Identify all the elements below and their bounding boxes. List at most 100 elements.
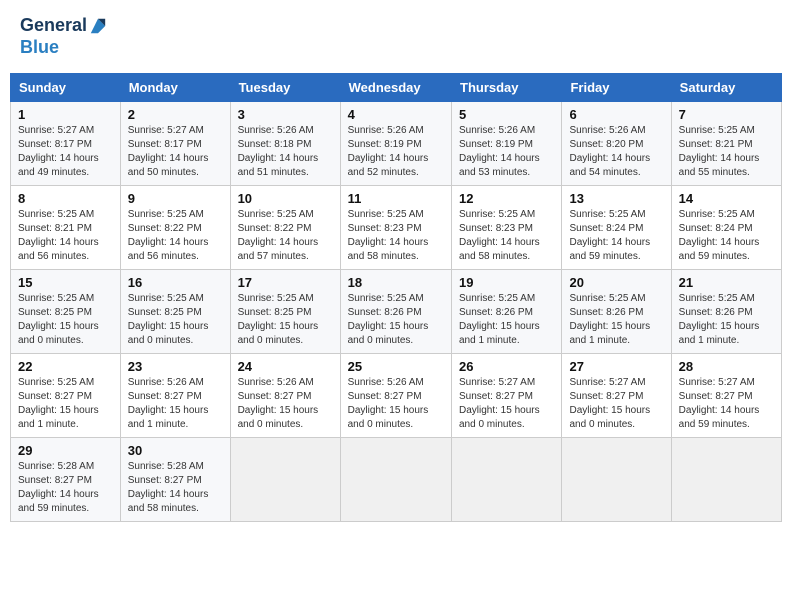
calendar-cell: 17 Sunrise: 5:25 AMSunset: 8:25 PMDayligh… [230, 269, 340, 353]
calendar-cell: 7 Sunrise: 5:25 AMSunset: 8:21 PMDaylight… [671, 101, 781, 185]
day-number: 28 [679, 359, 774, 374]
day-number: 22 [18, 359, 113, 374]
day-info: Sunrise: 5:25 AMSunset: 8:21 PMDaylight:… [18, 209, 99, 262]
day-number: 23 [128, 359, 223, 374]
day-info: Sunrise: 5:27 AMSunset: 8:27 PMDaylight:… [679, 377, 760, 430]
day-info: Sunrise: 5:25 AMSunset: 8:22 PMDaylight:… [128, 209, 209, 262]
calendar-cell: 12 Sunrise: 5:25 AMSunset: 8:23 PMDayligh… [452, 185, 562, 269]
day-number: 11 [348, 191, 444, 206]
day-info: Sunrise: 5:26 AMSunset: 8:20 PMDaylight:… [569, 125, 650, 178]
header-row: SundayMondayTuesdayWednesdayThursdayFrid… [11, 73, 782, 101]
day-number: 8 [18, 191, 113, 206]
day-number: 13 [569, 191, 663, 206]
day-info: Sunrise: 5:28 AMSunset: 8:27 PMDaylight:… [128, 461, 209, 514]
day-number: 26 [459, 359, 554, 374]
calendar-cell: 5 Sunrise: 5:26 AMSunset: 8:19 PMDaylight… [452, 101, 562, 185]
day-info: Sunrise: 5:25 AMSunset: 8:23 PMDaylight:… [459, 209, 540, 262]
calendar-header: SundayMondayTuesdayWednesdayThursdayFrid… [11, 73, 782, 101]
calendar-cell [562, 437, 671, 521]
day-number: 6 [569, 107, 663, 122]
day-info: Sunrise: 5:25 AMSunset: 8:26 PMDaylight:… [459, 293, 540, 346]
calendar-cell: 13 Sunrise: 5:25 AMSunset: 8:24 PMDayligh… [562, 185, 671, 269]
day-info: Sunrise: 5:25 AMSunset: 8:26 PMDaylight:… [679, 293, 760, 346]
calendar-week-1: 1 Sunrise: 5:27 AMSunset: 8:17 PMDaylight… [11, 101, 782, 185]
day-info: Sunrise: 5:25 AMSunset: 8:27 PMDaylight:… [18, 377, 99, 430]
day-info: Sunrise: 5:26 AMSunset: 8:19 PMDaylight:… [459, 125, 540, 178]
header-day-friday: Friday [562, 73, 671, 101]
day-number: 4 [348, 107, 444, 122]
header-day-tuesday: Tuesday [230, 73, 340, 101]
day-number: 30 [128, 443, 223, 458]
day-info: Sunrise: 5:26 AMSunset: 8:18 PMDaylight:… [238, 125, 319, 178]
calendar-week-5: 29 Sunrise: 5:28 AMSunset: 8:27 PMDayligh… [11, 437, 782, 521]
calendar-cell: 21 Sunrise: 5:25 AMSunset: 8:26 PMDayligh… [671, 269, 781, 353]
calendar-cell: 24Sunrise: 5:26 AMSunset: 8:27 PMDayligh… [230, 353, 340, 437]
calendar-cell: 22 Sunrise: 5:25 AMSunset: 8:27 PMDayligh… [11, 353, 121, 437]
calendar-table: SundayMondayTuesdayWednesdayThursdayFrid… [10, 73, 782, 522]
calendar-week-2: 8 Sunrise: 5:25 AMSunset: 8:21 PMDaylight… [11, 185, 782, 269]
calendar-cell: 1 Sunrise: 5:27 AMSunset: 8:17 PMDaylight… [11, 101, 121, 185]
day-number: 16 [128, 275, 223, 290]
page-header: General Blue [10, 10, 782, 63]
header-day-monday: Monday [120, 73, 230, 101]
calendar-cell: 6 Sunrise: 5:26 AMSunset: 8:20 PMDaylight… [562, 101, 671, 185]
day-number: 19 [459, 275, 554, 290]
calendar-cell: 11 Sunrise: 5:25 AMSunset: 8:23 PMDayligh… [340, 185, 451, 269]
calendar-cell: 2Sunrise: 5:27 AMSunset: 8:17 PMDaylight… [120, 101, 230, 185]
day-info: Sunrise: 5:25 AMSunset: 8:26 PMDaylight:… [348, 293, 429, 346]
day-number: 27 [569, 359, 663, 374]
calendar-cell [671, 437, 781, 521]
calendar-cell: 8 Sunrise: 5:25 AMSunset: 8:21 PMDaylight… [11, 185, 121, 269]
day-info: Sunrise: 5:26 AMSunset: 8:27 PMDaylight:… [238, 377, 319, 430]
calendar-cell: 30 Sunrise: 5:28 AMSunset: 8:27 PMDayligh… [120, 437, 230, 521]
day-info: Sunrise: 5:27 AMSunset: 8:27 PMDaylight:… [569, 377, 650, 430]
day-info: Sunrise: 5:25 AMSunset: 8:23 PMDaylight:… [348, 209, 429, 262]
day-info: Sunrise: 5:25 AMSunset: 8:21 PMDaylight:… [679, 125, 760, 178]
day-info: Sunrise: 5:25 AMSunset: 8:24 PMDaylight:… [569, 209, 650, 262]
calendar-cell [230, 437, 340, 521]
calendar-cell: 28 Sunrise: 5:27 AMSunset: 8:27 PMDayligh… [671, 353, 781, 437]
calendar-cell [452, 437, 562, 521]
day-number: 15 [18, 275, 113, 290]
day-number: 14 [679, 191, 774, 206]
calendar-cell: 25Sunrise: 5:26 AMSunset: 8:27 PMDayligh… [340, 353, 451, 437]
day-number: 12 [459, 191, 554, 206]
day-number: 5 [459, 107, 554, 122]
day-info: Sunrise: 5:26 AMSunset: 8:19 PMDaylight:… [348, 125, 429, 178]
calendar-cell: 20 Sunrise: 5:25 AMSunset: 8:26 PMDayligh… [562, 269, 671, 353]
day-info: Sunrise: 5:27 AMSunset: 8:17 PMDaylight:… [18, 125, 99, 178]
day-number: 21 [679, 275, 774, 290]
calendar-cell: 15 Sunrise: 5:25 AMSunset: 8:25 PMDayligh… [11, 269, 121, 353]
day-number: 17 [238, 275, 333, 290]
logo-text: General [20, 15, 87, 37]
day-number: 7 [679, 107, 774, 122]
logo: General Blue [20, 15, 107, 58]
calendar-cell [340, 437, 451, 521]
calendar-cell: 9 Sunrise: 5:25 AMSunset: 8:22 PMDaylight… [120, 185, 230, 269]
day-info: Sunrise: 5:25 AMSunset: 8:22 PMDaylight:… [238, 209, 319, 262]
day-info: Sunrise: 5:25 AMSunset: 8:25 PMDaylight:… [238, 293, 319, 346]
header-day-saturday: Saturday [671, 73, 781, 101]
calendar-cell: 18Sunrise: 5:25 AMSunset: 8:26 PMDayligh… [340, 269, 451, 353]
day-number: 20 [569, 275, 663, 290]
day-number: 9 [128, 191, 223, 206]
day-number: 1 [18, 107, 113, 122]
logo-icon [89, 17, 107, 35]
day-number: 29 [18, 443, 113, 458]
calendar-cell: 3Sunrise: 5:26 AMSunset: 8:18 PMDaylight… [230, 101, 340, 185]
day-info: Sunrise: 5:27 AMSunset: 8:27 PMDaylight:… [459, 377, 540, 430]
day-info: Sunrise: 5:25 AMSunset: 8:26 PMDaylight:… [569, 293, 650, 346]
calendar-cell: 23Sunrise: 5:26 AMSunset: 8:27 PMDayligh… [120, 353, 230, 437]
calendar-week-4: 22 Sunrise: 5:25 AMSunset: 8:27 PMDayligh… [11, 353, 782, 437]
calendar-cell: 10 Sunrise: 5:25 AMSunset: 8:22 PMDayligh… [230, 185, 340, 269]
header-day-thursday: Thursday [452, 73, 562, 101]
day-number: 10 [238, 191, 333, 206]
day-info: Sunrise: 5:25 AMSunset: 8:24 PMDaylight:… [679, 209, 760, 262]
calendar-cell: 4 Sunrise: 5:26 AMSunset: 8:19 PMDaylight… [340, 101, 451, 185]
day-number: 2 [128, 107, 223, 122]
day-info: Sunrise: 5:25 AMSunset: 8:25 PMDaylight:… [18, 293, 99, 346]
calendar-cell: 16 Sunrise: 5:25 AMSunset: 8:25 PMDayligh… [120, 269, 230, 353]
day-info: Sunrise: 5:25 AMSunset: 8:25 PMDaylight:… [128, 293, 209, 346]
day-info: Sunrise: 5:28 AMSunset: 8:27 PMDaylight:… [18, 461, 99, 514]
calendar-cell: 14 Sunrise: 5:25 AMSunset: 8:24 PMDayligh… [671, 185, 781, 269]
